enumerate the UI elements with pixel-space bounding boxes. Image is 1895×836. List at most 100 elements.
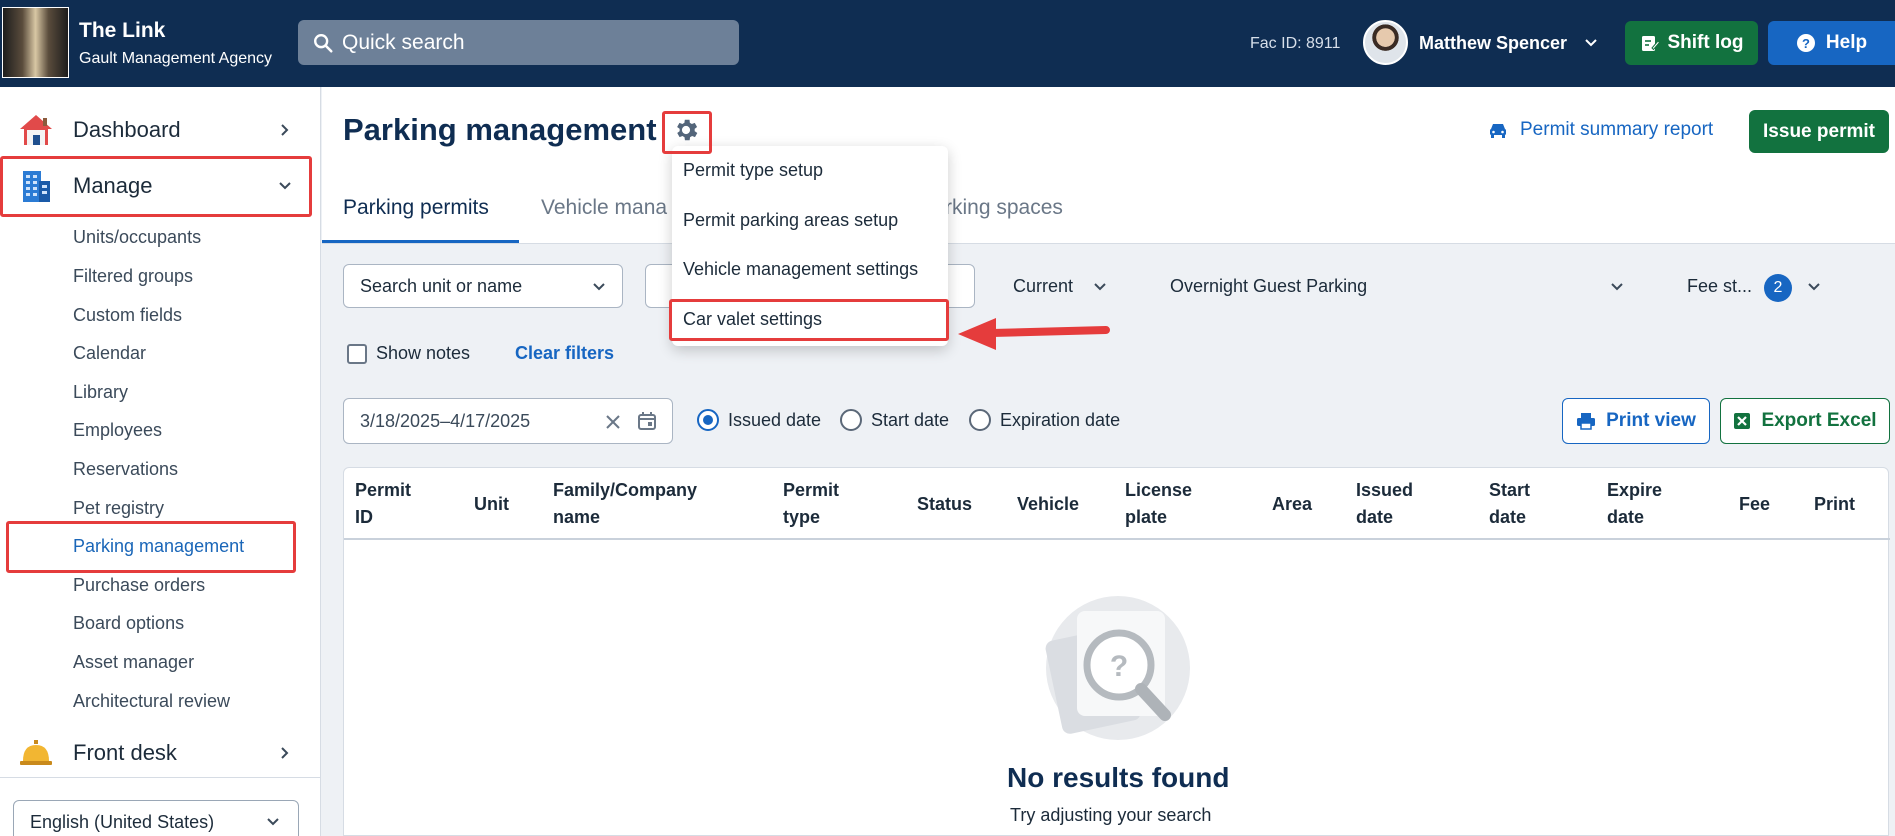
active-tab-indicator: [322, 240, 519, 243]
user-avatar[interactable]: [1363, 20, 1408, 65]
export-excel-button[interactable]: Export Excel: [1720, 398, 1890, 444]
svg-text:?: ?: [1802, 36, 1810, 51]
facility-id: Fac ID: 8911: [1250, 35, 1341, 52]
calendar-icon[interactable]: [637, 411, 657, 431]
permit-summary-report-link[interactable]: Permit summary report: [1488, 119, 1713, 141]
service-bell-icon: [20, 740, 52, 765]
chevron-down-icon: [593, 283, 605, 291]
sidebar-item-calendar[interactable]: Calendar: [73, 343, 146, 364]
user-name[interactable]: Matthew Spencer: [1419, 33, 1567, 54]
column-header-vehicle[interactable]: Vehicle: [1017, 491, 1079, 518]
tab-parking-permits[interactable]: Parking permits: [343, 196, 489, 220]
export-excel-label: Export Excel: [1761, 410, 1877, 431]
menu-item-vehicle-management-settings[interactable]: Vehicle management settings: [683, 259, 918, 280]
sidebar-item-dashboard[interactable]: Dashboard: [0, 104, 321, 156]
expiration-date-radio[interactable]: [969, 409, 991, 431]
question-circle-icon: ?: [1796, 34, 1815, 52]
sidebar-item-asset-manager[interactable]: Asset manager: [73, 652, 194, 673]
sidebar-item-filtered-groups[interactable]: Filtered groups: [73, 266, 193, 287]
column-header-permit-id[interactable]: Permit ID: [355, 477, 411, 531]
menu-item-permit-parking-areas-setup[interactable]: Permit parking areas setup: [683, 210, 898, 231]
sidebar-item-employees[interactable]: Employees: [73, 420, 162, 441]
sidebar-item-manage[interactable]: Manage: [0, 160, 321, 212]
date-range-input[interactable]: 3/18/2025–4/17/2025: [343, 398, 673, 444]
column-header-area[interactable]: Area: [1272, 491, 1312, 518]
tab-parking-spaces[interactable]: rking spaces: [945, 196, 1063, 220]
chevron-down-icon[interactable]: [1584, 36, 1598, 50]
sidebar-item-reservations[interactable]: Reservations: [73, 459, 178, 480]
sidebar-item-board-options[interactable]: Board options: [73, 613, 184, 634]
sidebar-item-purchase-orders[interactable]: Purchase orders: [73, 575, 205, 596]
chevron-down-icon[interactable]: [1093, 280, 1107, 294]
column-header-expire-date[interactable]: Expire date: [1607, 477, 1662, 531]
column-header-issued-date[interactable]: Issued date: [1356, 477, 1413, 531]
column-header-permit-type[interactable]: Permit type: [783, 477, 839, 531]
building-icon: [23, 171, 50, 202]
sidebar: Dashboard Manage Units/occupants Filtere…: [0, 87, 321, 836]
excel-icon: [1734, 413, 1751, 429]
chevron-down-icon[interactable]: [1610, 280, 1624, 294]
print-view-button[interactable]: Print view: [1562, 398, 1710, 444]
sidebar-manage-label: Manage: [73, 173, 153, 198]
property-logo[interactable]: [2, 7, 69, 78]
column-header-family-company[interactable]: Family/Company name: [553, 477, 697, 531]
annotation-arrow-icon: [958, 318, 1110, 350]
clear-x-icon[interactable]: [604, 413, 622, 431]
column-header-print[interactable]: Print: [1814, 491, 1855, 518]
shift-log-label: Shift log: [1667, 32, 1744, 53]
expiration-date-label: Expiration date: [1000, 410, 1121, 430]
printer-icon: [1577, 413, 1596, 430]
brand-title: The Link: [79, 19, 166, 42]
table-header-divider: [344, 538, 1890, 540]
date-range-value: 3/18/2025–4/17/2025: [360, 410, 531, 431]
language-select[interactable]: English (United States): [13, 800, 299, 836]
column-header-license-plate[interactable]: License plate: [1125, 477, 1192, 531]
issued-date-radio[interactable]: [697, 409, 719, 431]
tabs-divider: [322, 243, 1895, 244]
sidebar-divider: [0, 777, 321, 778]
unit-search-placeholder: Search unit or name: [360, 275, 523, 296]
tab-vehicle-management[interactable]: Vehicle mana: [541, 196, 667, 220]
chevron-down-icon: [279, 182, 291, 190]
shift-log-button[interactable]: Shift log: [1625, 21, 1758, 65]
top-bar: The Link Gault Management Agency Quick s…: [0, 0, 1895, 87]
clear-filters-link[interactable]: Clear filters: [515, 343, 614, 364]
sidebar-item-pet-registry[interactable]: Pet registry: [73, 498, 164, 519]
fee-status-filter[interactable]: Fee st...: [1687, 276, 1752, 297]
chevron-down-icon: [267, 818, 279, 826]
sidebar-front-desk-label: Front desk: [73, 740, 177, 765]
sidebar-dashboard-label: Dashboard: [73, 117, 181, 142]
quick-search-input[interactable]: Quick search: [298, 20, 739, 65]
empty-state-title: No results found: [1007, 762, 1230, 793]
issued-date-label: Issued date: [728, 410, 822, 430]
language-value: English (United States): [30, 811, 215, 832]
svg-text:?: ?: [1110, 650, 1128, 683]
sidebar-item-front-desk[interactable]: Front desk: [0, 727, 321, 779]
gear-icon[interactable]: [672, 116, 700, 144]
column-header-start-date[interactable]: Start date: [1489, 477, 1530, 531]
page-header: [322, 87, 1895, 244]
car-icon: [1490, 124, 1506, 138]
menu-item-car-valet-settings[interactable]: Car valet settings: [683, 309, 822, 330]
sidebar-item-architectural-review[interactable]: Architectural review: [73, 691, 230, 712]
unit-search-select[interactable]: Search unit or name: [343, 264, 623, 308]
search-icon: [314, 33, 333, 53]
status-filter[interactable]: Current: [1013, 276, 1073, 297]
help-button[interactable]: ? Help: [1768, 21, 1895, 65]
help-label: Help: [1825, 32, 1868, 53]
chevron-down-icon[interactable]: [1807, 280, 1821, 294]
sidebar-item-library[interactable]: Library: [73, 382, 128, 403]
sidebar-item-parking-management[interactable]: Parking management: [73, 536, 244, 557]
column-header-fee[interactable]: Fee: [1739, 491, 1770, 518]
brand-subtitle: Gault Management Agency: [79, 50, 273, 67]
column-header-unit[interactable]: Unit: [474, 491, 509, 518]
sidebar-item-custom-fields[interactable]: Custom fields: [73, 305, 182, 326]
sidebar-item-units-occupants[interactable]: Units/occupants: [73, 227, 201, 248]
area-filter[interactable]: Overnight Guest Parking: [1170, 276, 1367, 297]
start-date-radio[interactable]: [840, 409, 862, 431]
column-header-status[interactable]: Status: [917, 491, 972, 518]
chevron-right-icon: [281, 124, 289, 136]
menu-item-permit-type-setup[interactable]: Permit type setup: [683, 160, 823, 181]
show-notes-checkbox[interactable]: [347, 344, 367, 364]
issue-permit-button[interactable]: Issue permit: [1749, 110, 1889, 153]
